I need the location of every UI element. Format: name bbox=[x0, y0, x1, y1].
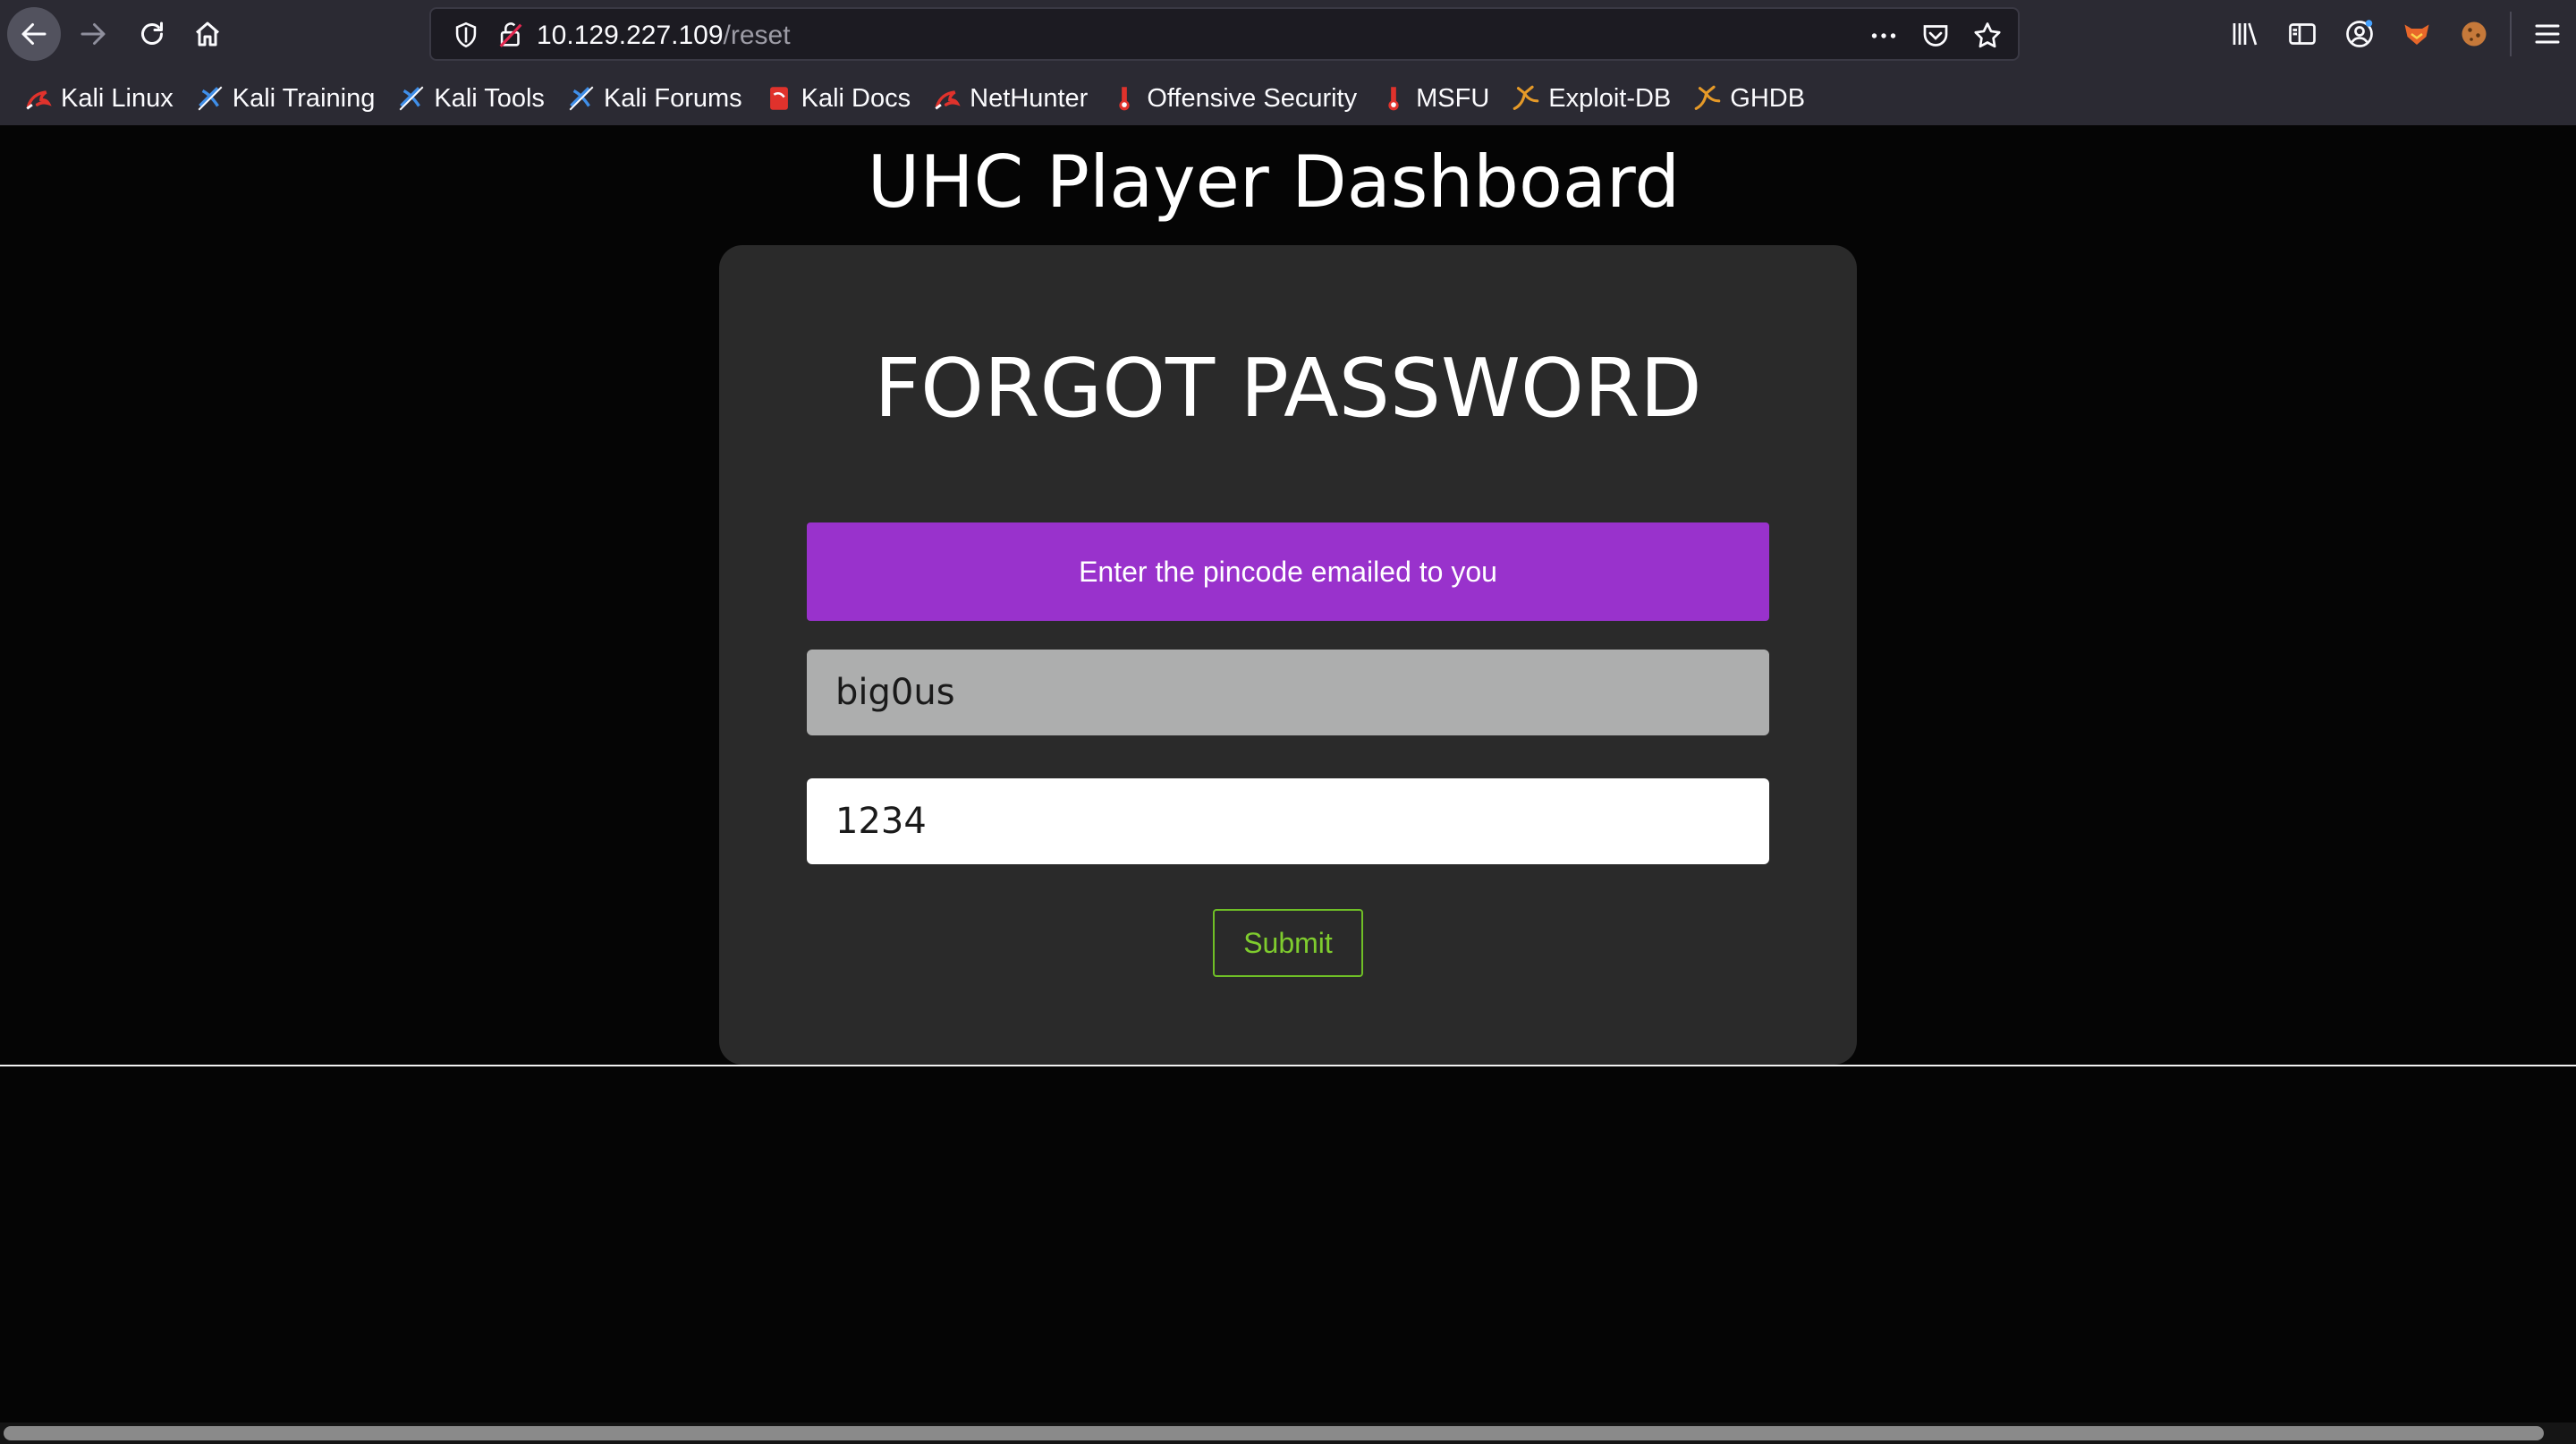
bookmark-exploit-db[interactable]: Exploit-DB bbox=[1504, 75, 1678, 122]
bookmark-nethunter[interactable]: NetHunter bbox=[925, 75, 1095, 122]
bookmark-label: Kali Tools bbox=[434, 83, 545, 113]
shield-icon[interactable] bbox=[451, 20, 481, 50]
bookmark-label: NetHunter bbox=[970, 83, 1089, 113]
back-button[interactable] bbox=[7, 7, 61, 61]
bookmark-label: Offensive Security bbox=[1147, 83, 1358, 113]
bookmark-label: MSFU bbox=[1416, 83, 1490, 113]
home-icon bbox=[196, 21, 219, 47]
toolbar-right bbox=[2216, 7, 2576, 61]
library-button[interactable] bbox=[2216, 7, 2274, 61]
page-title: UHC Player Dashboard bbox=[867, 140, 1681, 224]
pocket-icon[interactable] bbox=[1919, 20, 1952, 52]
offsec-icon bbox=[1119, 87, 1130, 111]
bookmark-kali-tools[interactable]: Kali Tools bbox=[389, 75, 552, 122]
exploit-db-icon bbox=[1694, 85, 1721, 110]
browser-chrome: 10.129.227.109/reset Kali Linux Kali Tra… bbox=[0, 0, 2576, 125]
pincode-input[interactable] bbox=[807, 778, 1769, 864]
url-text[interactable]: 10.129.227.109/reset bbox=[537, 20, 791, 52]
bookmarks-toolbar: Kali Linux Kali Training Kali Tools Kali Fo… bbox=[0, 72, 2576, 125]
pincode-notice: Enter the pincode emailed to you bbox=[807, 522, 1769, 621]
bookmark-label: Exploit-DB bbox=[1548, 83, 1672, 113]
scrollbar-thumb[interactable] bbox=[4, 1426, 2544, 1440]
reload-icon bbox=[141, 21, 163, 45]
kali-docs-icon bbox=[769, 87, 788, 110]
account-button[interactable] bbox=[2331, 7, 2388, 61]
foxyproxy-icon bbox=[2404, 24, 2429, 45]
bookmark-kali-forums[interactable]: Kali Forums bbox=[559, 75, 750, 122]
bookmark-label: Kali Linux bbox=[61, 83, 174, 113]
home-button[interactable] bbox=[181, 7, 234, 61]
url-path: /reset bbox=[723, 21, 791, 50]
url-host: 10.129.227.109 bbox=[537, 21, 724, 50]
submit-button[interactable]: Submit bbox=[1213, 909, 1363, 977]
reload-button[interactable] bbox=[125, 7, 179, 61]
bookmark-label: Kali Forums bbox=[603, 83, 742, 113]
bookmark-offensive-security[interactable]: Offensive Security bbox=[1102, 75, 1364, 122]
form-heading: FORGOT PASSWORD bbox=[874, 342, 1702, 436]
bookmark-msfu[interactable]: MSFU bbox=[1371, 75, 1496, 122]
bookmark-kali-docs[interactable]: Kali Docs bbox=[757, 75, 919, 122]
star-icon[interactable] bbox=[1971, 20, 2004, 52]
bookmark-label: GHDB bbox=[1730, 83, 1806, 113]
cookie-extension-button[interactable] bbox=[2445, 7, 2503, 61]
page-divider bbox=[0, 1065, 2576, 1066]
exploit-db-icon bbox=[1513, 85, 1539, 110]
offsec-icon bbox=[1388, 87, 1399, 111]
forgot-password-card: FORGOT PASSWORD Enter the pincode emaile… bbox=[719, 245, 1857, 1065]
foxyproxy-extension-button[interactable] bbox=[2388, 7, 2445, 61]
bookmark-label: Kali Docs bbox=[801, 83, 911, 113]
arrow-right-icon bbox=[80, 23, 106, 45]
hamburger-menu-icon bbox=[2535, 24, 2560, 44]
account-icon bbox=[2346, 20, 2373, 47]
library-icon bbox=[2233, 22, 2258, 46]
kali-tools-icon bbox=[399, 86, 424, 111]
bookmark-ghdb[interactable]: GHDB bbox=[1685, 75, 1812, 122]
address-bar[interactable]: 10.129.227.109/reset bbox=[429, 7, 2020, 61]
kali-dragon-icon bbox=[26, 90, 52, 110]
arrow-left-icon bbox=[21, 23, 47, 45]
bookmark-kali-training[interactable]: Kali Training bbox=[188, 75, 383, 122]
ellipsis-icon[interactable] bbox=[1868, 20, 1900, 52]
menu-button[interactable] bbox=[2519, 7, 2576, 61]
cookie-icon bbox=[2462, 21, 2487, 47]
kali-dragon-icon bbox=[935, 90, 961, 110]
page-content: UHC Player Dashboard FORGOT PASSWORD Ent… bbox=[0, 125, 2576, 1423]
navigation-toolbar: 10.129.227.109/reset bbox=[0, 0, 2576, 68]
horizontal-scrollbar[interactable] bbox=[0, 1423, 2576, 1444]
toolbar-separator bbox=[2510, 12, 2512, 56]
forward-button[interactable] bbox=[66, 7, 120, 61]
kali-forums-icon bbox=[569, 86, 594, 111]
broken-lock-icon[interactable] bbox=[496, 20, 526, 50]
bookmark-kali-linux[interactable]: Kali Linux bbox=[16, 75, 181, 122]
url-actions bbox=[1868, 18, 2004, 54]
kali-training-icon bbox=[198, 86, 223, 111]
bookmark-label: Kali Training bbox=[232, 83, 376, 113]
username-field[interactable] bbox=[807, 650, 1769, 735]
sidebar-button[interactable] bbox=[2274, 7, 2331, 61]
sidebar-icon bbox=[2289, 23, 2316, 45]
